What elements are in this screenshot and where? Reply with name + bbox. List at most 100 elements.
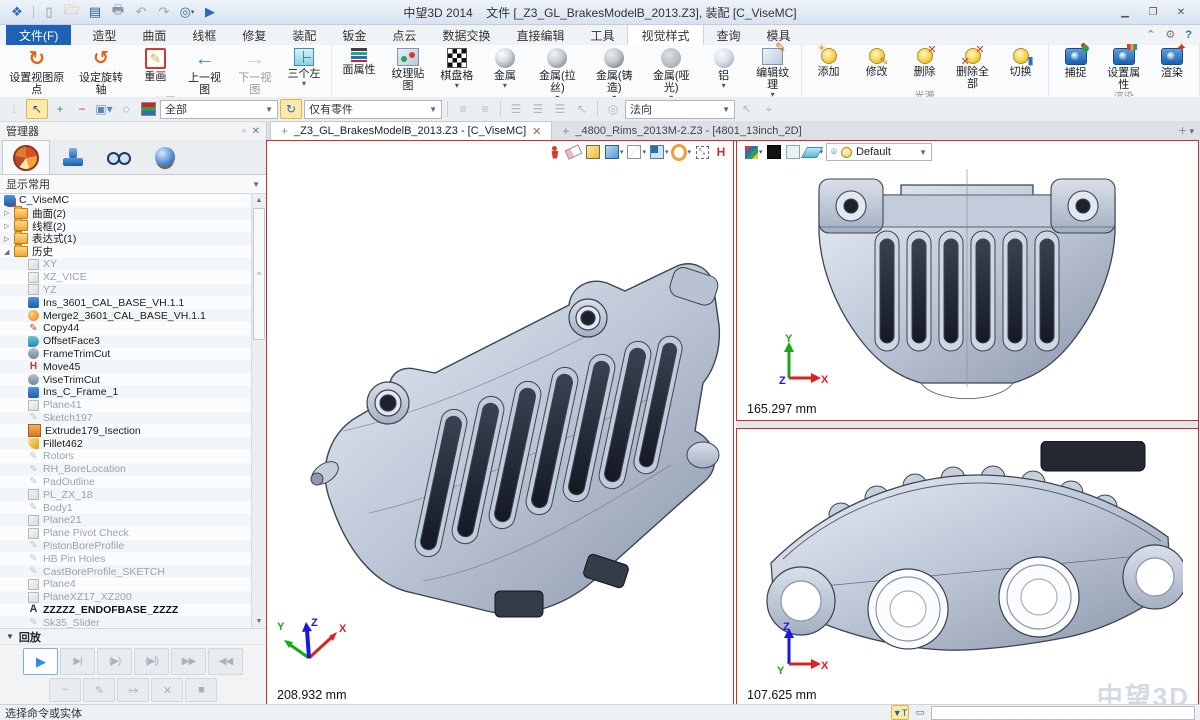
drag-handle-icon[interactable]: ⁞: [4, 100, 24, 118]
viewport-main[interactable]: ▾ ▾ ▾ ▾ ⤡ H: [267, 141, 734, 706]
menu-tab-10[interactable]: 工具: [577, 24, 627, 45]
fast-forward-button[interactable]: ▶▶: [171, 648, 206, 675]
delete-all-lights-button[interactable]: 删除全部: [949, 46, 997, 90]
shade-mode-icon[interactable]: [585, 144, 601, 160]
tab-visual-manager[interactable]: [96, 140, 142, 174]
history-item-23[interactable]: HB Pin Holes: [0, 552, 252, 565]
menu-tab-3[interactable]: 线框: [179, 24, 229, 45]
remove-from-selection-icon[interactable]: −: [72, 100, 92, 118]
sort-b-icon[interactable]: ☰: [528, 100, 548, 118]
layout-three-left-button[interactable]: 三个左▾: [280, 46, 328, 87]
collapse-ribbon-icon[interactable]: ⌃: [1146, 28, 1155, 41]
history-item-24[interactable]: CastBoreProfile_SKETCH: [0, 565, 252, 578]
modify-light-button[interactable]: 修改: [853, 46, 901, 78]
display-filter-combo[interactable]: 显示常用 ▼: [0, 175, 266, 194]
history-item-6[interactable]: OffsetFace3: [0, 335, 252, 348]
scroll-thumb[interactable]: ≡: [253, 208, 265, 340]
history-item-14[interactable]: Fillet462: [0, 437, 252, 450]
pick-cursor-icon[interactable]: ↖: [572, 100, 592, 118]
history-item-15[interactable]: Rotors: [0, 450, 252, 463]
history-item-19[interactable]: Body1: [0, 501, 252, 514]
lasso-select-icon[interactable]: ◌: [116, 100, 136, 118]
sort-c-icon[interactable]: ☰: [550, 100, 570, 118]
expand-arrow-icon[interactable]: ▷: [4, 235, 14, 243]
collapse-arrow-icon[interactable]: ◢: [4, 248, 14, 256]
redo-icon[interactable]: ↷: [153, 3, 175, 22]
key-tool-button[interactable]: ↦: [117, 678, 149, 702]
history-item-28[interactable]: Sk35_Slider: [0, 616, 252, 629]
metal-button[interactable]: 金属▾: [481, 46, 529, 89]
face-attributes-button[interactable]: 面属性: [335, 46, 383, 76]
menu-tab-6[interactable]: 钣金: [329, 24, 379, 45]
redraw-button[interactable]: 重画: [131, 46, 179, 83]
previous-view-button[interactable]: 上一视图: [179, 46, 229, 96]
aluminum-button[interactable]: 铝▾: [700, 46, 748, 89]
history-item-2[interactable]: YZ: [0, 284, 252, 297]
play-from-current-button[interactable]: (▶): [97, 648, 132, 675]
pin-panel-icon[interactable]: ▫: [242, 126, 246, 137]
history-item-22[interactable]: PistonBoreProfile: [0, 540, 252, 553]
history-item-7[interactable]: FrameTrimCut: [0, 348, 252, 361]
align-horizontal-icon[interactable]: ≡: [453, 100, 473, 118]
history-item-21[interactable]: Plane Pivot Check: [0, 527, 252, 540]
history-item-8[interactable]: Move45: [0, 360, 252, 373]
delete-tool-button[interactable]: ✕: [151, 678, 183, 702]
add-light-button[interactable]: 添加: [805, 46, 853, 78]
history-item-18[interactable]: PL_ZX_18: [0, 488, 252, 501]
normal-mode-icon[interactable]: ◎: [603, 100, 623, 118]
cursor-a-icon[interactable]: ↖: [737, 100, 757, 118]
tab-history-manager[interactable]: [2, 140, 50, 174]
view-orient-icon[interactable]: [671, 144, 687, 160]
metal-cast-button[interactable]: 金属(铸造)▾: [586, 46, 643, 101]
history-item-11[interactable]: Plane41: [0, 399, 252, 412]
play-button[interactable]: ▶: [23, 648, 58, 675]
delete-light-button[interactable]: 删除: [901, 46, 949, 78]
normal-combo[interactable]: 法向▼: [625, 100, 735, 119]
history-item-26[interactable]: PlaneXZ17_XZ200: [0, 591, 252, 604]
play-macro-icon[interactable]: ▶: [199, 3, 221, 22]
exit-view-icon[interactable]: [547, 144, 563, 160]
selection-filter-icon[interactable]: [138, 100, 158, 118]
play-to-next-button[interactable]: ▶|: [60, 648, 95, 675]
white-background-icon[interactable]: [785, 144, 801, 160]
history-item-10[interactable]: Ins_C_Frame_1: [0, 386, 252, 399]
texture-map-button[interactable]: 纹理贴图: [383, 46, 433, 92]
chevron-down-icon[interactable]: ▾: [665, 148, 669, 156]
status-filter-icon[interactable]: ▼T: [891, 705, 909, 720]
tab-list-dropdown-icon[interactable]: ▾: [1189, 126, 1194, 136]
chevron-down-icon[interactable]: ▾: [620, 148, 624, 156]
display-mode-icon[interactable]: [604, 144, 620, 160]
model-view-top[interactable]: [753, 441, 1183, 691]
menu-tab-9[interactable]: 直接编辑: [503, 24, 577, 45]
menu-tab-7[interactable]: 点云: [379, 24, 429, 45]
menu-tab-4[interactable]: 修复: [229, 24, 279, 45]
history-item-4[interactable]: Merge2_3601_CAL_BASE_VH.1.1: [0, 309, 252, 322]
history-item-1[interactable]: XZ_VICE: [0, 271, 252, 284]
close-button[interactable]: ✕: [1168, 4, 1194, 21]
scroll-up-icon[interactable]: ▲: [252, 194, 266, 207]
menu-tab-11[interactable]: 视觉样式: [627, 24, 703, 45]
tab-render-manager[interactable]: [142, 140, 188, 174]
open-file-icon[interactable]: 🗁: [61, 3, 83, 22]
tab-assembly-manager[interactable]: [50, 140, 96, 174]
history-item-3[interactable]: Ins_3601_CAL_BASE_VH.1.1: [0, 296, 252, 309]
history-item-20[interactable]: Plane21: [0, 514, 252, 527]
help-icon[interactable]: ?: [1185, 29, 1192, 41]
settings-gear-icon[interactable]: ⚙: [1165, 28, 1175, 41]
history-item-5[interactable]: Copy44: [0, 322, 252, 335]
set-view-origin-button[interactable]: 设置视图原点: [3, 46, 71, 96]
save-icon[interactable]: ▤: [84, 3, 106, 22]
history-item-27[interactable]: ZZZZZ_ENDOFBASE_ZZZZ: [0, 604, 252, 617]
set-spin-axis-button[interactable]: 设定旋转轴: [71, 46, 132, 96]
tab-close-icon[interactable]: ✕: [532, 125, 541, 138]
refresh-icon[interactable]: ↻: [280, 99, 302, 119]
history-item-0[interactable]: XY: [0, 258, 252, 271]
menu-tab-0[interactable]: 文件(F): [6, 24, 71, 45]
pick-tool-icon[interactable]: ↖: [26, 99, 48, 119]
minimize-button[interactable]: ▁: [1112, 4, 1138, 21]
align-vertical-icon[interactable]: ≡: [475, 100, 495, 118]
playback-header[interactable]: ▼ 回放: [0, 629, 266, 645]
viewport-bottom-right[interactable]: Z Y X 107.625 mm 中望3D: [736, 428, 1198, 706]
menu-tab-2[interactable]: 曲面: [129, 24, 179, 45]
menu-tab-8[interactable]: 数据交换: [429, 24, 503, 45]
